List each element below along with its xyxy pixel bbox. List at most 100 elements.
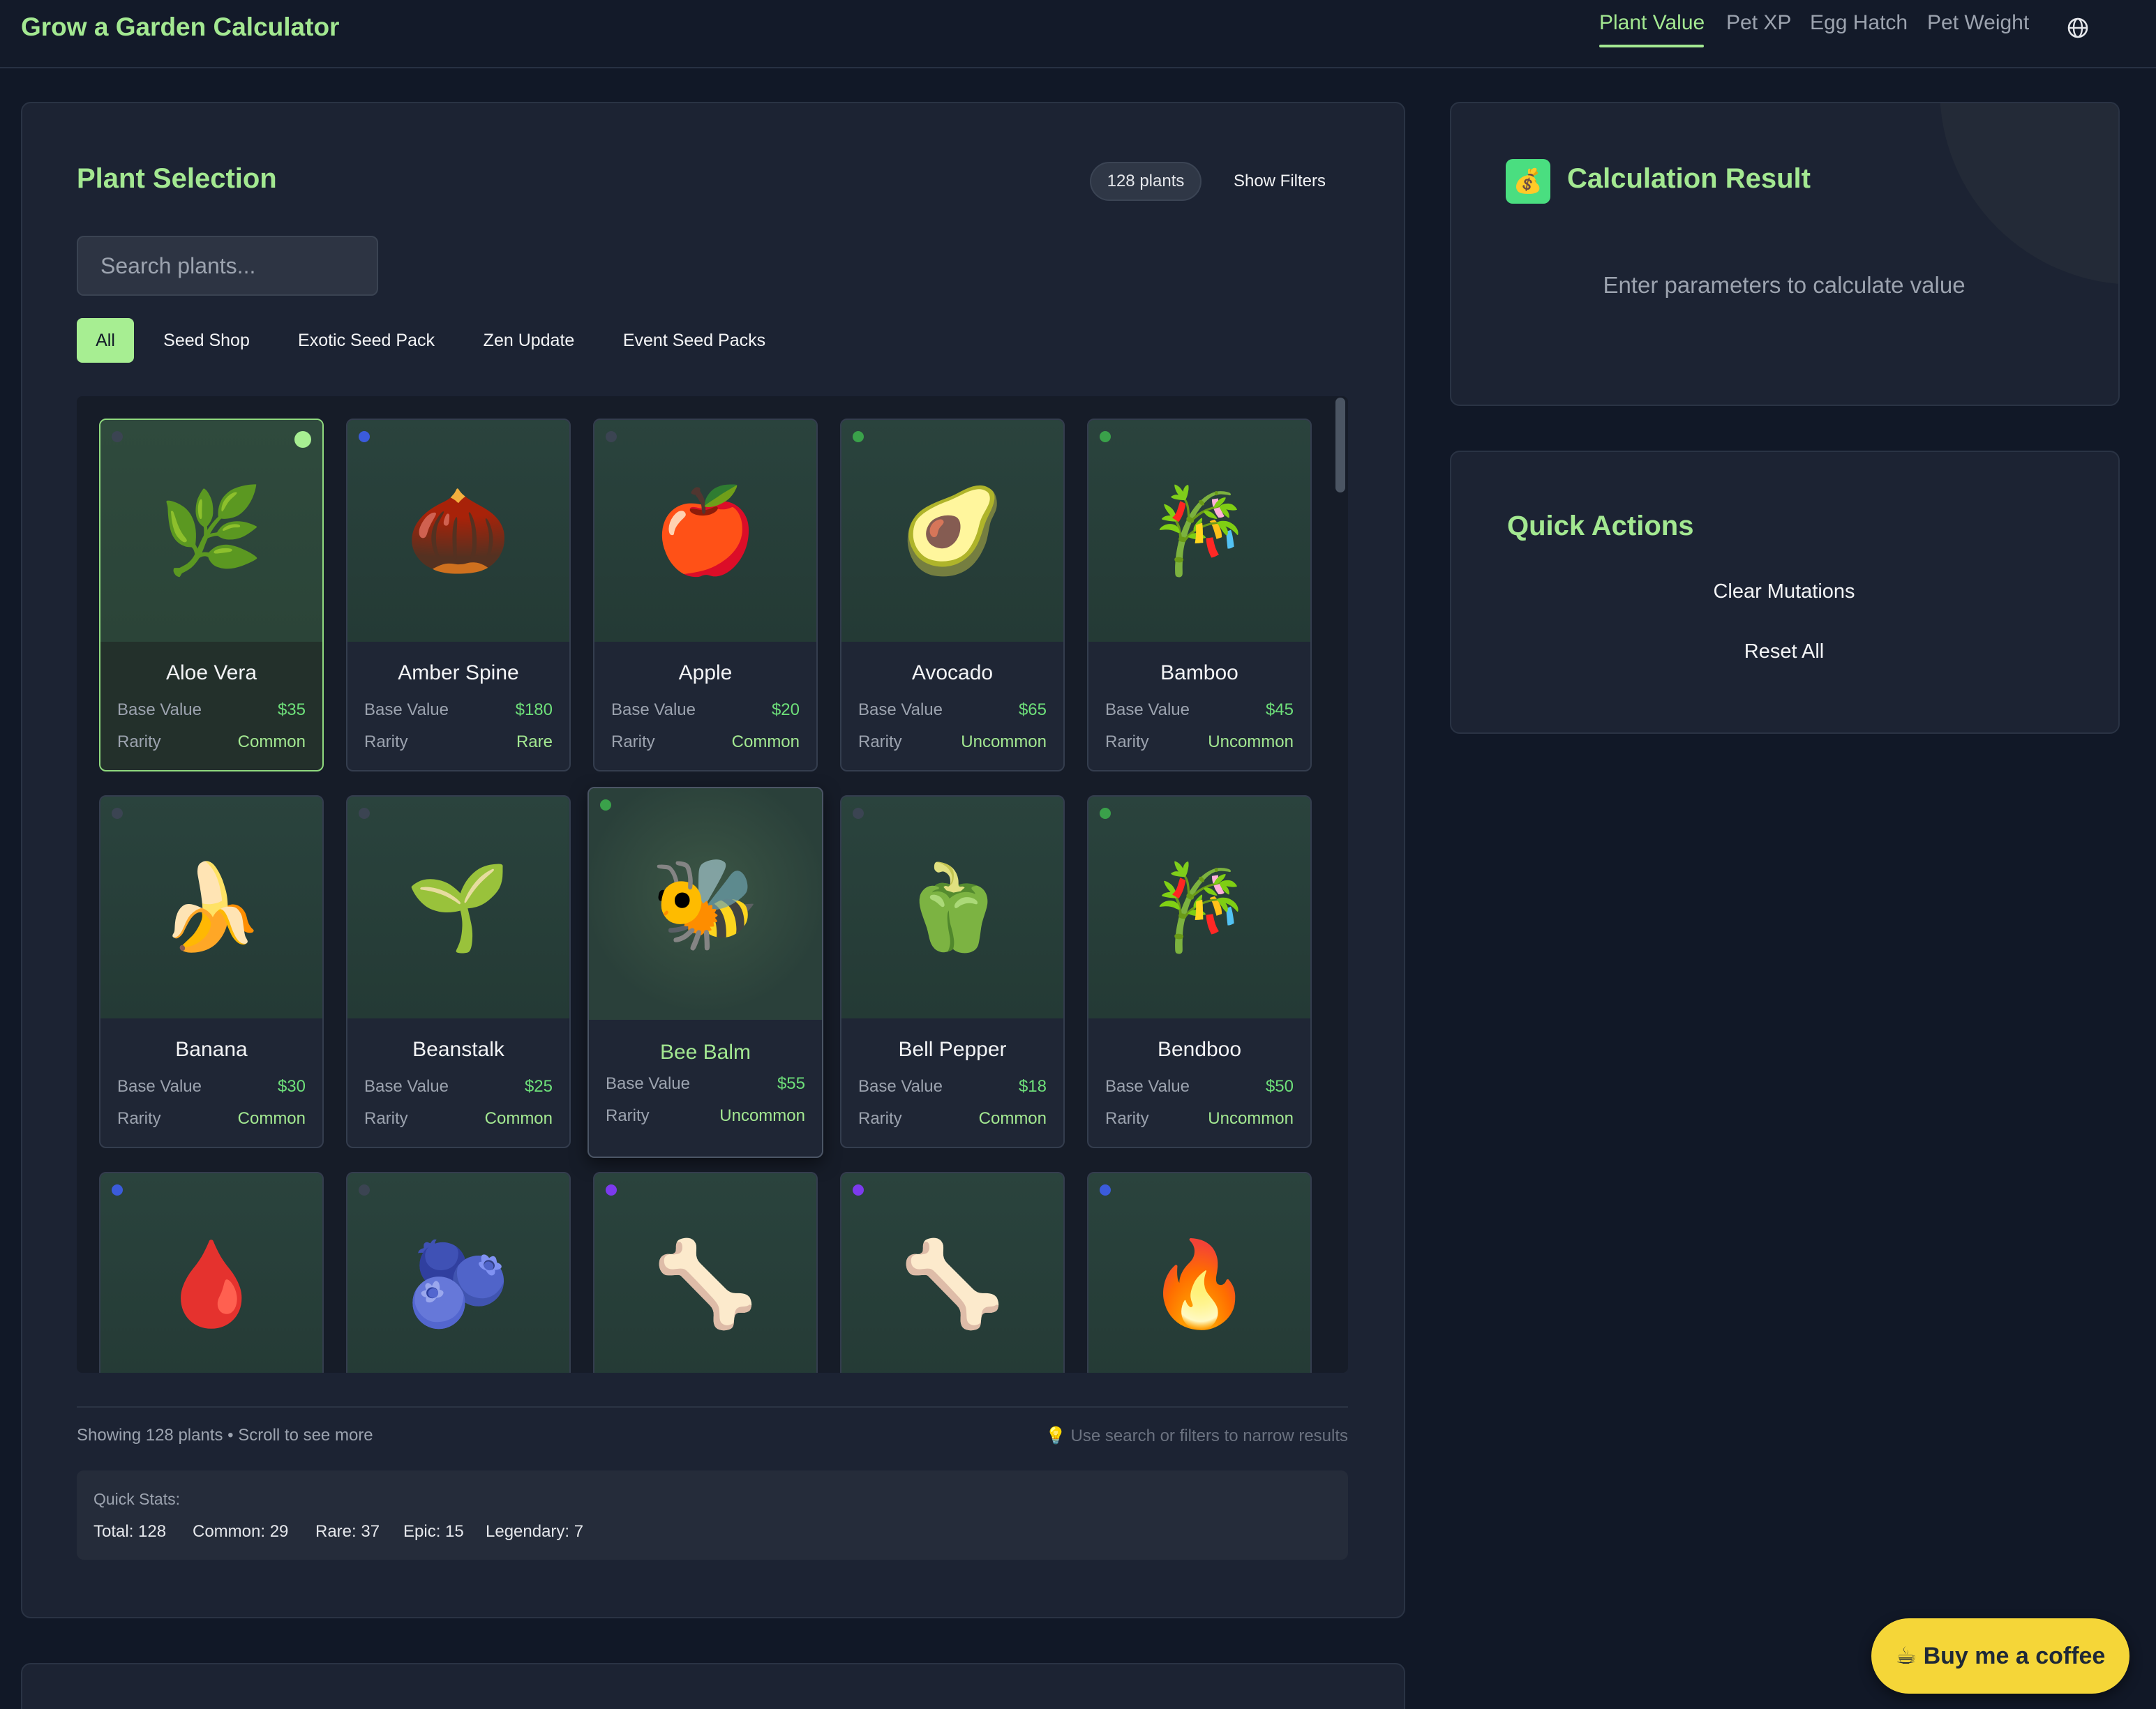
nav-plant-value[interactable]: Plant Value xyxy=(1599,11,1705,35)
base-value: $180 xyxy=(515,700,553,719)
rarity-dot xyxy=(606,1184,617,1196)
rarity-row: Rarity Common xyxy=(611,732,800,756)
base-value: $30 xyxy=(277,1077,306,1096)
base-value-label: Base Value xyxy=(606,1074,690,1093)
rarity-dot xyxy=(359,808,370,819)
plant-card-amber-spine[interactable]: 🌰 Amber Spine Base Value $180 Rarity Rare xyxy=(346,419,571,771)
plant-name: Bee Balm xyxy=(659,1041,751,1064)
plant-card[interactable]: 🫐 xyxy=(346,1172,571,1373)
plant-icon: 🫑 xyxy=(900,861,1005,954)
plant-card[interactable]: 🦴 xyxy=(840,1172,1065,1373)
stat-rare: Rare: 37 xyxy=(315,1522,380,1541)
quick-stats-label: Quick Stats: xyxy=(93,1490,180,1508)
rarity-dot xyxy=(600,799,611,811)
base-value-row: Base Value $180 xyxy=(364,700,553,724)
base-value-row: Base Value $50 xyxy=(1105,1077,1294,1101)
nav-pet-xp[interactable]: Pet XP xyxy=(1726,11,1791,35)
base-value-row: Base Value $30 xyxy=(117,1077,306,1101)
plant-card-apple[interactable]: 🍎 Apple Base Value $20 Rarity Common xyxy=(593,419,818,771)
base-value: $45 xyxy=(1265,700,1294,719)
base-value-label: Base Value xyxy=(1105,1077,1190,1096)
plant-card-bamboo[interactable]: 🎋 Bamboo Base Value $45 Rarity Uncommon xyxy=(1087,419,1312,771)
filter-event-seed-packs[interactable]: Event Seed Packs xyxy=(608,318,780,363)
base-value: $50 xyxy=(1265,1077,1294,1096)
plant-icon: 🍎 xyxy=(653,484,758,578)
stat-common: Common: 29 xyxy=(193,1522,289,1541)
search-input[interactable] xyxy=(77,236,378,296)
rarity-row: Rarity Uncommon xyxy=(1105,732,1294,756)
plant-card-aloe-vera[interactable]: 🌿 Aloe Vera Base Value $35 Rarity Common xyxy=(99,419,324,771)
rarity-value: Common xyxy=(237,1109,306,1128)
base-value-row: Base Value $18 xyxy=(858,1077,1047,1101)
plant-card-bell-pepper[interactable]: 🫑 Bell Pepper Base Value $18 Rarity Common xyxy=(840,795,1065,1148)
filter-exotic-seed-pack[interactable]: Exotic Seed Pack xyxy=(283,318,449,363)
plant-icon: 🦴 xyxy=(653,1237,758,1331)
rarity-dot xyxy=(112,431,123,442)
base-value: $35 xyxy=(277,700,306,719)
stat-legendary: Legendary: 7 xyxy=(486,1522,584,1541)
section-divider xyxy=(77,1406,1348,1408)
reset-all-button[interactable]: Reset All xyxy=(1451,631,2117,672)
plant-card-bendboo[interactable]: 🎋 Bendboo Base Value $50 Rarity Uncommon xyxy=(1087,795,1312,1148)
base-value: $20 xyxy=(771,700,800,719)
rarity-dot xyxy=(853,431,864,442)
base-value-row: Base Value $65 xyxy=(858,700,1047,724)
rarity-label: Rarity xyxy=(606,1106,650,1125)
rarity-label: Rarity xyxy=(364,732,408,751)
stat-total: Total: 128 xyxy=(93,1522,167,1541)
rarity-row: Rarity Uncommon xyxy=(858,732,1047,756)
clear-mutations-button[interactable]: Clear Mutations xyxy=(1451,571,2117,612)
base-value-label: Base Value xyxy=(858,700,943,719)
rarity-value: Rare xyxy=(516,732,553,751)
plant-name: Amber Spine xyxy=(398,661,519,684)
filter-zen-update[interactable]: Zen Update xyxy=(469,318,589,363)
plant-grid-scrollbar[interactable] xyxy=(1334,396,1348,1373)
rarity-row: Rarity Common xyxy=(364,1109,553,1133)
rarity-row: Rarity Common xyxy=(858,1109,1047,1133)
stat-epic: Epic: 15 xyxy=(403,1522,464,1541)
filter-all[interactable]: All xyxy=(77,318,134,363)
filter-seed-shop[interactable]: Seed Shop xyxy=(149,318,264,363)
plant-card-bee-balm[interactable]: 🐝 Bee Balm Base Value $55 Rarity Uncommon xyxy=(587,787,823,1158)
app-title[interactable]: Grow a Garden Calculator xyxy=(21,13,339,42)
base-value: $65 xyxy=(1018,700,1047,719)
plant-icon: 🩸 xyxy=(159,1237,264,1331)
base-value: $18 xyxy=(1018,1077,1047,1096)
plant-icon: 🦴 xyxy=(900,1237,1005,1331)
base-value: $55 xyxy=(777,1074,805,1093)
base-value: $25 xyxy=(524,1077,553,1096)
show-filters-button[interactable]: Show Filters xyxy=(1217,162,1342,201)
base-value-label: Base Value xyxy=(1105,700,1190,719)
plant-card-banana[interactable]: 🍌 Banana Base Value $30 Rarity Common xyxy=(99,795,324,1148)
rarity-label: Rarity xyxy=(1105,1109,1149,1128)
globe-icon[interactable] xyxy=(2067,17,2089,39)
rarity-value: Uncommon xyxy=(1208,1109,1294,1128)
plant-icon: 🥑 xyxy=(900,484,1005,578)
plant-card-avocado[interactable]: 🥑 Avocado Base Value $65 Rarity Uncommon xyxy=(840,419,1065,771)
base-value-label: Base Value xyxy=(611,700,696,719)
rarity-label: Rarity xyxy=(611,732,655,751)
rarity-dot xyxy=(606,431,617,442)
scrollbar-thumb[interactable] xyxy=(1335,398,1345,492)
plant-selection-title: Plant Selection xyxy=(77,163,277,194)
search-tip-text: 💡 Use search or filters to narrow result… xyxy=(1045,1426,1348,1445)
rarity-dot xyxy=(359,431,370,442)
plant-name: Banana xyxy=(175,1038,248,1061)
plant-card-beanstalk[interactable]: 🌱 Beanstalk Base Value $25 Rarity Common xyxy=(346,795,571,1148)
rarity-value: Common xyxy=(731,732,800,751)
nav-pet-weight[interactable]: Pet Weight xyxy=(1927,11,2029,35)
calculation-hint: Enter parameters to calculate value xyxy=(1603,272,1966,298)
buy-me-a-coffee-button[interactable]: ☕ Buy me a coffee xyxy=(1871,1618,2129,1694)
base-value-label: Base Value xyxy=(117,1077,202,1096)
plant-card[interactable]: 🔥 xyxy=(1087,1172,1312,1373)
rarity-dot xyxy=(1100,808,1111,819)
base-value-row: Base Value $25 xyxy=(364,1077,553,1101)
decorative-circle xyxy=(1940,103,2118,285)
rarity-dot xyxy=(112,808,123,819)
plant-card[interactable]: 🩸 xyxy=(99,1172,324,1373)
rarity-label: Rarity xyxy=(858,1109,902,1128)
plant-card[interactable]: 🦴 xyxy=(593,1172,818,1373)
nav-egg-hatch[interactable]: Egg Hatch xyxy=(1810,11,1908,35)
rarity-dot xyxy=(1100,431,1111,442)
rarity-row: Rarity Uncommon xyxy=(1105,1109,1294,1133)
